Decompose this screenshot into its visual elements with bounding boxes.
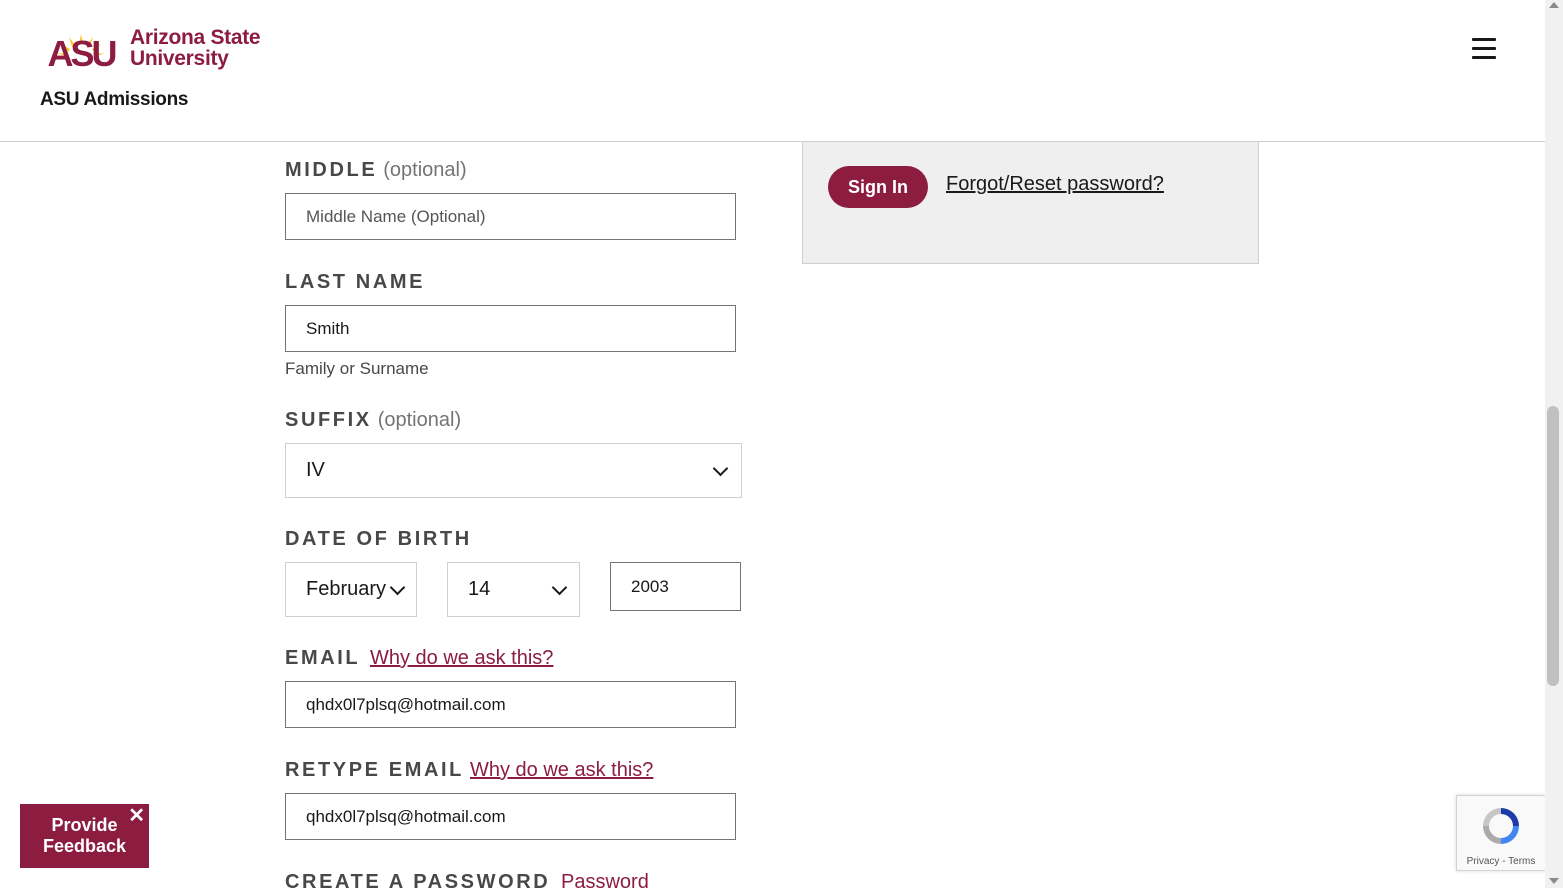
suffix-select[interactable]: IV [285,443,742,498]
chevron-down-icon [551,579,568,596]
last-name-label: LAST NAME [285,271,426,293]
asu-sunburst-icon: ASU [47,33,118,74]
university-name-line1: Arizona State [130,26,261,49]
university-name-line2: University [130,47,229,70]
retype-email-label: RETYPE EMAIL [285,759,464,781]
site-title[interactable]: ASU Admissions [40,89,188,111]
chevron-down-icon [712,460,729,477]
provide-feedback-button[interactable]: Provide Feedback ✕ [20,804,149,868]
retype-email-input[interactable] [285,793,736,840]
hamburger-menu-icon[interactable] [1472,38,1496,59]
dob-month-value: February [306,578,387,600]
recaptcha-icon [1483,808,1519,844]
asu-logo-mark: ASU [39,28,124,74]
suffix-selected-value: IV [306,459,325,481]
scroll-thumb[interactable] [1547,406,1559,686]
university-name: Arizona State University [130,26,261,70]
optional-tag: (optional) [383,159,467,181]
middle-name-label-text: MIDDLE [285,159,378,181]
asu-logo[interactable]: ASU Arizona State University [39,26,261,74]
middle-name-input[interactable] [285,193,736,240]
retype-email-why-link[interactable]: Why do we ask this? [470,759,653,782]
page-scrollbar[interactable] [1545,0,1563,888]
dob-day-select[interactable]: 14 [447,562,580,617]
feedback-label: Provide Feedback [42,815,127,856]
scroll-up-arrow-icon[interactable] [1549,2,1559,8]
chevron-down-icon [389,579,406,596]
password-link[interactable]: Password [561,871,649,894]
suffix-label-text: SUFFIX [285,409,372,431]
create-password-label: CREATE A PASSWORD [285,871,551,893]
site-header: ASU Arizona State University ASU Admissi… [0,0,1545,142]
sign-in-button[interactable]: Sign In [828,166,928,208]
svg-text:ASU: ASU [47,33,115,70]
dob-day-value: 14 [468,578,491,600]
email-input[interactable] [285,681,736,728]
scroll-down-arrow-icon[interactable] [1549,878,1559,884]
last-name-hint: Family or Surname [285,359,429,378]
optional-tag: (optional) [377,409,462,431]
recaptcha-badge[interactable]: Privacy - Terms [1456,795,1545,871]
email-label: EMAIL [285,647,361,669]
recaptcha-footer[interactable]: Privacy - Terms [1457,856,1545,867]
suffix-label: SUFFIX (optional) [285,409,461,432]
close-icon[interactable]: ✕ [128,806,145,826]
middle-name-label: MIDDLE (optional) [285,159,467,182]
email-why-link[interactable]: Why do we ask this? [370,647,553,670]
forgot-password-link[interactable]: Forgot/Reset password? [946,173,1164,196]
dob-label: DATE OF BIRTH [285,528,472,550]
dob-year-input[interactable] [610,562,741,611]
last-name-input[interactable] [285,305,736,352]
dob-month-select[interactable]: February [285,562,417,617]
